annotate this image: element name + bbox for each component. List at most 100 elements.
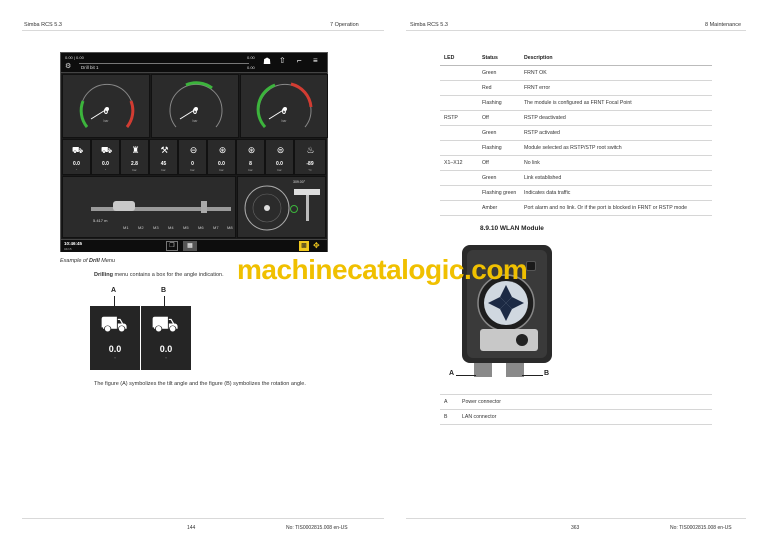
hmi-menu-icon[interactable]: ≡ [313, 56, 318, 65]
table-cell: Flashing [482, 145, 502, 151]
gauge-3-unit: bar [281, 119, 287, 123]
tile-pressure-1[interactable]: ♜ 2.8 bar [120, 139, 149, 175]
left-header-chapter: 7 Operation [330, 22, 359, 28]
m-button-6[interactable]: M6 [198, 225, 204, 230]
tile-pressure-4[interactable]: ⊛ 0.0 bar [207, 139, 236, 175]
hmi-drill-label: Drill bit 1 [81, 65, 99, 70]
tile-pressure-2[interactable]: ⚒ 45 bar [149, 139, 178, 175]
right-doc-number: No: TIS0002815.008 en-US [670, 525, 732, 531]
right-header-title: Simba RCS 5.3 [410, 22, 448, 28]
table-cell: Module selected as RSTP/STP root switch [524, 145, 622, 151]
tile-pressure-5-value: 8 [249, 161, 252, 167]
hmi-grid-icon[interactable]: ▩ [299, 241, 309, 251]
hmi-tile-row: ⛟ 0.0 ° ⛟ 0.0 ° ♜ 2.8 bar ⚒ 45 bar ⊖ 0 b… [62, 139, 326, 175]
carousel-dial [244, 185, 290, 231]
connector-legend-table: A Power connector B LAN connector [440, 394, 712, 425]
header-rule-right [406, 30, 746, 31]
figure-paragraph: The figure (A) symbolizes the tilt angle… [94, 381, 306, 387]
hmi-arrow-up-icon[interactable]: ⇧ [279, 56, 286, 65]
m-button-3[interactable]: M3 [153, 225, 159, 230]
table-row: Flashing green Indicates data traffic [440, 186, 712, 201]
m-button-8[interactable]: M8 [227, 225, 233, 230]
table-cell: FRNT error [524, 85, 551, 91]
gauge-3-value: 0 [281, 107, 287, 116]
drilling-paragraph: Drilling menu contains a box for the ang… [94, 272, 224, 278]
carousel-panel: 309.00° [237, 176, 326, 238]
hmi-status-bar: 0.00 | 0.00 Drill bit 1 0.00 0.00 ⚙ ☗ ⇧ … [61, 53, 327, 73]
table-row: Green RSTP activated [440, 126, 712, 141]
header-rule-left [22, 30, 384, 31]
gauge-1-value: 0 [103, 107, 109, 116]
tilt-angle-unit: ° [114, 356, 116, 361]
table-cell: FRNT OK [524, 70, 547, 76]
tile-pressure-5[interactable]: ⊛ 8 bar [236, 139, 265, 175]
hmi-bottom-bar: 10:46:45 04/15 ❐ ▦ ▩ ✥ [61, 239, 327, 252]
m-button-1[interactable]: M1 [123, 225, 129, 230]
tile-pressure-4-value: 0.0 [218, 161, 225, 167]
m-button-2[interactable]: M2 [138, 225, 144, 230]
table-cell [440, 141, 480, 155]
leader-line-wlan-b [522, 375, 543, 376]
tile-pressure-3[interactable]: ⊖ 0 bar [178, 139, 207, 175]
led-panel [480, 329, 538, 351]
table-cell: RSTP [444, 115, 458, 121]
wlan-label-a: A [449, 370, 455, 377]
tile-temperature-value: -89 [306, 161, 314, 167]
hmi-arrows-icon[interactable]: ✥ [313, 241, 320, 250]
hmi-operator-icon[interactable]: ☗ [263, 56, 271, 67]
table-cell: Flashing [482, 100, 502, 106]
rotation-angle-value: 0.0 [159, 344, 173, 354]
caption-bold: Drill [89, 258, 100, 264]
position-value: 5.417 m [93, 218, 108, 223]
leader-line-wlan-a [456, 375, 476, 376]
hmi-keypad-icon[interactable]: ▦ [183, 241, 197, 251]
figure-caption: Example of Drill Menu [60, 258, 115, 264]
gauge-2-unit: bar [192, 119, 198, 123]
m-button-7[interactable]: M7 [213, 225, 219, 230]
m-button-4[interactable]: M4 [168, 225, 174, 230]
table-cell: RSTP deactivated [524, 115, 566, 121]
caption-prefix: Example of [60, 258, 90, 264]
tilt-icon: ⛟ [71, 145, 84, 155]
table-cell: Off [482, 115, 489, 121]
led-table-header: LED Status Description [440, 51, 712, 66]
m-button-5[interactable]: M5 [183, 225, 189, 230]
caption-suffix: Menu [99, 258, 116, 264]
table-cell: RSTP activated [524, 130, 560, 136]
tile-temperature[interactable]: ♨ -89 °C [294, 139, 326, 175]
table-cell: LAN connector [462, 414, 497, 420]
feed-position-panel: 5.417 m [62, 176, 236, 238]
table-cell: X1–X12 [444, 160, 463, 166]
table-cell: Green [482, 175, 497, 181]
tilt-angle-box: ⛟ 0.0 ° [90, 306, 140, 370]
table-cell: Indicates data traffic [524, 190, 571, 196]
tile-tilt[interactable]: ⛟ 0.0 ° [62, 139, 91, 175]
tile-tilt-value: 0.0 [73, 161, 80, 167]
gauge-3: 0 bar [240, 74, 328, 138]
hmi-window-icon[interactable]: ❐ [166, 241, 178, 251]
tile-pressure-5-unit: bar [248, 168, 253, 172]
tilt-rig-icon: ⛟ [100, 311, 128, 336]
table-cell [440, 171, 480, 185]
rock-drill-icon [113, 201, 135, 211]
rotation-angle-unit: ° [165, 356, 167, 361]
table-cell: Power connector [462, 399, 501, 405]
drill-menu-screenshot: 0.00 | 0.00 Drill bit 1 0.00 0.00 ⚙ ☗ ⇧ … [60, 52, 328, 252]
drilling-rest: menu contains a box for the angle indica… [112, 272, 224, 278]
tilt-angle-value: 0.0 [108, 344, 122, 354]
hmi-boom-icon[interactable]: ⌐ [297, 56, 302, 65]
footer-rule-left [22, 518, 384, 519]
hmi-clock: 10:46:45 [64, 241, 83, 246]
hmi-rig-icon: ⚙ [65, 63, 72, 70]
right-header-chapter: 8 Maintenance [705, 22, 742, 28]
table-cell: Green [482, 130, 497, 136]
tile-rotation[interactable]: ⛟ 0.0 ° [91, 139, 120, 175]
table-cell [440, 66, 480, 80]
footer-rule-right [406, 518, 746, 519]
table-cell: Green [482, 70, 497, 76]
led-header-status: Status [482, 55, 498, 61]
table-cell: Link established [524, 175, 562, 181]
wlan-section-title: 8.9.10 WLAN Module [480, 225, 544, 232]
left-page-number: 144 [187, 525, 196, 531]
tile-pressure-6[interactable]: ⊜ 0.0 bar [265, 139, 294, 175]
